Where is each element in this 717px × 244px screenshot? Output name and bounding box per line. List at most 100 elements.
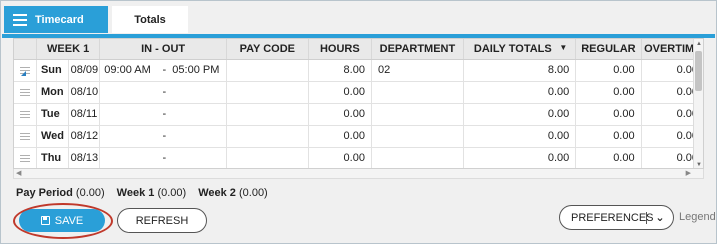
cell-hours[interactable]: 0.00 [308,147,372,168]
cell-department[interactable] [371,103,464,126]
selected-row-marker [21,71,26,76]
cell-regular: 0.00 [575,81,642,104]
tab-timecard-label: Timecard [35,13,84,26]
cell-day: Mon [36,81,69,104]
cell-date: 08/10 [68,81,101,104]
tab-bar: Timecard Totals [2,2,715,35]
drag-handle-icon[interactable] [19,154,30,162]
cell-in-out[interactable]: 09:00 AM -05:00 PM [99,59,227,82]
caret-down-icon[interactable]: ▼ [559,43,567,52]
week1-value: (0.00) [157,187,187,199]
cell-department[interactable] [371,147,464,168]
header-daily-totals-label: DAILY TOTALS [473,42,552,55]
cell-daily-totals: 0.00 [463,103,577,126]
row-drag-handle[interactable] [14,147,37,168]
save-button[interactable]: SAVE [19,209,105,232]
table-row[interactable]: Sun 08/09 09:00 AM -05:00 PM 8.00 02 8.00… [14,59,703,82]
cell-daily-totals: 0.00 [463,147,577,168]
scroll-right-icon[interactable]: ▶ [686,169,691,177]
horizontal-scrollbar[interactable]: ◀ ▶ [13,169,704,179]
tab-timecard[interactable]: Timecard [4,6,108,33]
pay-period-summary: Pay Period (0.00) [16,187,105,199]
week2-label: Week 2 [198,187,236,199]
cell-department[interactable]: 02 [371,59,464,82]
period-summary: Pay Period (0.00) Week 1 (0.00) Week 2 (… [16,187,268,199]
header-week[interactable]: WEEK 1 [36,39,101,60]
cell-daily-totals: 8.00 [463,59,577,82]
timecard-grid: WEEK 1 IN - OUT PAY CODE HOURS DEPARTMEN… [13,38,704,169]
header-handle [14,39,37,60]
cell-sep: - [162,130,167,142]
timecard-table: WEEK 1 IN - OUT PAY CODE HOURS DEPARTMEN… [14,39,703,168]
header-hours[interactable]: HOURS [308,39,372,60]
cell-date: 08/09 [68,59,101,82]
cell-hours[interactable]: 0.00 [308,125,372,148]
cell-hours[interactable]: 0.00 [308,81,372,104]
cell-day: Wed [36,125,69,148]
week1-label: Week 1 [116,187,155,199]
header-regular[interactable]: REGULAR [575,39,642,60]
cell-in[interactable]: 09:00 AM [100,64,156,76]
vertical-scrollbar[interactable]: ▲ ▼ [693,39,703,168]
refresh-button[interactable]: REFRESH [117,208,207,233]
scroll-up-icon[interactable]: ▲ [696,41,702,47]
header-department[interactable]: DEPARTMENT [371,39,464,60]
save-button-label: SAVE [54,214,84,227]
table-row[interactable]: Mon 08/10 - 0.00 0.00 0.00 0.00 [14,81,703,104]
cell-in-out[interactable]: - [99,81,227,104]
scroll-down-icon[interactable]: ▼ [696,162,702,168]
vertical-scroll-thumb[interactable] [695,51,702,91]
drag-handle-icon[interactable] [19,132,30,140]
header-in-out[interactable]: IN - OUT [99,39,227,60]
cell-pay-code[interactable] [226,103,309,126]
cell-sep: - [162,86,167,98]
cell-date: 08/11 [68,103,101,126]
tab-totals[interactable]: Totals [112,6,188,33]
table-row[interactable]: Wed 08/12 - 0.00 0.00 0.00 0.00 [14,125,703,148]
cell-hours[interactable]: 8.00 [308,59,372,82]
cell-daily-totals: 0.00 [463,125,577,148]
cell-sep: - [162,64,167,76]
preferences-label[interactable]: PREFERENCES [560,212,654,224]
row-drag-handle[interactable] [14,59,37,82]
scroll-left-icon[interactable]: ◀ [16,169,21,177]
row-drag-handle[interactable] [14,125,37,148]
timecard-window: Timecard Totals WEEK 1 IN - OUT PAY CODE… [0,0,717,244]
table-row[interactable]: Tue 08/11 - 0.00 0.00 0.00 0.00 [14,103,703,126]
week2-summary: Week 2 (0.00) [198,187,268,199]
cell-in-out[interactable]: - [99,147,227,168]
chevron-down-icon[interactable]: ⌄ [647,211,673,224]
cell-regular: 0.00 [575,125,642,148]
cell-pay-code[interactable] [226,125,309,148]
cell-in-out[interactable]: - [99,125,227,148]
preferences-button[interactable]: PREFERENCES ⌄ [559,205,674,230]
row-drag-handle[interactable] [14,81,37,104]
menu-icon[interactable] [13,13,27,26]
tab-totals-label: Totals [134,13,166,26]
drag-handle-icon[interactable] [19,110,30,118]
cell-day: Thu [36,147,69,168]
header-daily-totals[interactable]: DAILY TOTALS ▼ [463,39,577,60]
cell-date: 08/12 [68,125,101,148]
cell-out[interactable]: 05:00 PM [172,64,224,76]
cell-department[interactable] [371,81,464,104]
cell-sep: - [162,152,167,164]
cell-department[interactable] [371,125,464,148]
week2-value: (0.00) [238,187,268,199]
pay-period-label: Pay Period [16,187,73,199]
cell-daily-totals: 0.00 [463,81,577,104]
cell-date: 08/13 [68,147,101,168]
cell-regular: 0.00 [575,103,642,126]
cell-hours[interactable]: 0.00 [308,103,372,126]
cell-pay-code[interactable] [226,147,309,168]
table-row[interactable]: Thu 08/13 - 0.00 0.00 0.00 0.00 [14,147,703,168]
cell-regular: 0.00 [575,59,642,82]
cell-in-out[interactable]: - [99,103,227,126]
drag-handle-icon[interactable] [19,88,30,96]
cell-pay-code[interactable] [226,59,309,82]
floppy-disk-icon [40,216,50,225]
cell-pay-code[interactable] [226,81,309,104]
row-drag-handle[interactable] [14,103,37,126]
header-pay-code[interactable]: PAY CODE [226,39,309,60]
legend-link[interactable]: Legend [679,211,716,223]
